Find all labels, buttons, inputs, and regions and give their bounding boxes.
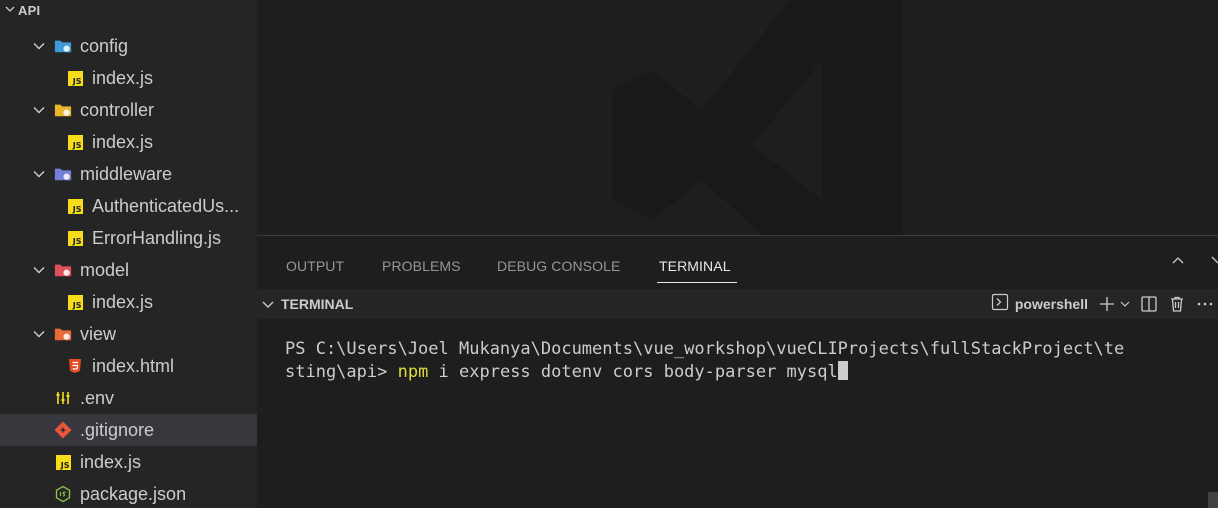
- chevron-down-icon: [4, 3, 18, 18]
- file-gitignore[interactable]: .gitignore: [0, 414, 257, 446]
- chevron-down-icon: [30, 37, 48, 55]
- terminal-dropdown-chevron-icon[interactable]: [1120, 299, 1130, 309]
- tree-item-label: AuthenticatedUs...: [92, 195, 240, 216]
- chevron-down-icon: [30, 325, 48, 343]
- tree-item-label: index.html: [92, 355, 175, 376]
- terminal-output[interactable]: PS C:\Users\Joel Mukanya\Documents\vue_w…: [285, 338, 1198, 384]
- file-index-js[interactable]: JS index.js: [0, 446, 257, 478]
- tree-item-label: ErrorHandling.js: [92, 227, 222, 248]
- chevron-down-icon: [261, 297, 281, 311]
- terminal-section-title[interactable]: TERMINAL: [257, 296, 353, 312]
- controller-folder-icon: [54, 101, 72, 119]
- tree-item-label: .gitignore: [80, 419, 155, 440]
- folder-view[interactable]: view: [0, 318, 257, 350]
- file-index-js[interactable]: JS index.js: [0, 286, 257, 318]
- model-folder-icon: [54, 261, 72, 279]
- javascript-file-icon: JS: [66, 69, 84, 87]
- tree-item-label: index.js: [92, 291, 154, 312]
- tree-item-label: .env: [80, 387, 115, 408]
- tree-item-label: package.json: [80, 483, 187, 504]
- terminal-shell-selector[interactable]: powershell: [991, 293, 1088, 316]
- file-package-json[interactable]: package.json: [0, 478, 257, 508]
- chevron-down-icon: [30, 261, 48, 279]
- config-folder-icon: [54, 37, 72, 55]
- javascript-file-icon: JS: [66, 197, 84, 215]
- explorer-section-title: API: [18, 2, 41, 18]
- tab-output[interactable]: OUTPUT: [286, 258, 344, 274]
- active-tab-indicator: [657, 282, 737, 283]
- chevron-down-icon: [30, 165, 48, 183]
- terminal-command-args: i express dotenv cors body-parser mysql: [428, 362, 838, 382]
- tree-item-label: index.js: [92, 67, 154, 88]
- tab-problems[interactable]: PROBLEMS: [382, 258, 461, 274]
- nodejs-icon: [54, 485, 72, 503]
- terminal-command-name: npm: [397, 362, 429, 382]
- tree-item-label: config: [80, 35, 129, 56]
- terminal-scrollbar[interactable]: [1208, 492, 1218, 508]
- javascript-file-icon: JS: [66, 293, 84, 311]
- new-terminal-icon[interactable]: [1098, 295, 1116, 313]
- tab-debug-console[interactable]: DEBUG CONSOLE: [497, 258, 620, 274]
- vscode-logo-watermark-icon: [612, 0, 902, 235]
- file-env[interactable]: .env: [0, 382, 257, 414]
- file-index-js[interactable]: JS index.js: [0, 62, 257, 94]
- middleware-folder-icon: [54, 165, 72, 183]
- tree-item-label: index.js: [80, 451, 142, 472]
- more-actions-icon[interactable]: [1196, 295, 1214, 313]
- javascript-file-icon: JS: [66, 229, 84, 247]
- tab-terminal[interactable]: TERMINAL: [659, 258, 731, 274]
- kill-terminal-trash-icon[interactable]: [1168, 295, 1186, 313]
- env-file-icon: [54, 389, 72, 407]
- tree-item-label: index.js: [92, 131, 154, 152]
- terminal-title: TERMINAL: [281, 296, 354, 312]
- tree-item-label: controller: [80, 99, 155, 120]
- terminal-cursor: [837, 361, 848, 380]
- terminal-actions: powershell: [991, 289, 1218, 319]
- javascript-file-icon: JS: [54, 453, 72, 471]
- tree-item-label: model: [80, 259, 130, 280]
- html-file-icon: [66, 357, 84, 375]
- terminal-line-1: PS C:\Users\Joel Mukanya\Documents\vue_w…: [285, 339, 1125, 359]
- file-index-html[interactable]: index.html: [0, 350, 257, 382]
- tree-item-label: view: [80, 323, 117, 344]
- tree-item-label: middleware: [80, 163, 173, 184]
- folder-model[interactable]: model: [0, 254, 257, 286]
- folder-config[interactable]: config: [0, 30, 257, 62]
- view-folder-icon: [54, 325, 72, 343]
- javascript-file-icon: JS: [66, 133, 84, 151]
- panel-tab-bar: OUTPUT PROBLEMS DEBUG CONSOLE TERMINAL: [257, 236, 1218, 288]
- terminal-header: TERMINAL powershell: [257, 289, 1218, 319]
- file-authenticatedus[interactable]: JS AuthenticatedUs...: [0, 190, 257, 222]
- terminal-prompt: sting\api>: [285, 362, 398, 382]
- maximize-panel-icon[interactable]: [1171, 254, 1185, 271]
- bottom-panel: OUTPUT PROBLEMS DEBUG CONSOLE TERMINAL T…: [257, 235, 1218, 508]
- file-index-js[interactable]: JS index.js: [0, 126, 257, 158]
- git-icon: [54, 421, 72, 439]
- folder-middleware[interactable]: middleware: [0, 158, 257, 190]
- file-errorhandling-js[interactable]: JS ErrorHandling.js: [0, 222, 257, 254]
- terminal-icon: [991, 293, 1009, 316]
- folder-controller[interactable]: controller: [0, 94, 257, 126]
- explorer-section-header[interactable]: API: [0, 0, 257, 20]
- split-terminal-icon[interactable]: [1140, 295, 1158, 313]
- shell-name: powershell: [1014, 296, 1088, 312]
- chevron-down-icon: [30, 101, 48, 119]
- explorer-sidebar: API config JS index.js controller JS index.js…: [0, 0, 257, 508]
- editor-area[interactable]: [257, 0, 1218, 235]
- close-panel-icon[interactable]: [1210, 254, 1218, 271]
